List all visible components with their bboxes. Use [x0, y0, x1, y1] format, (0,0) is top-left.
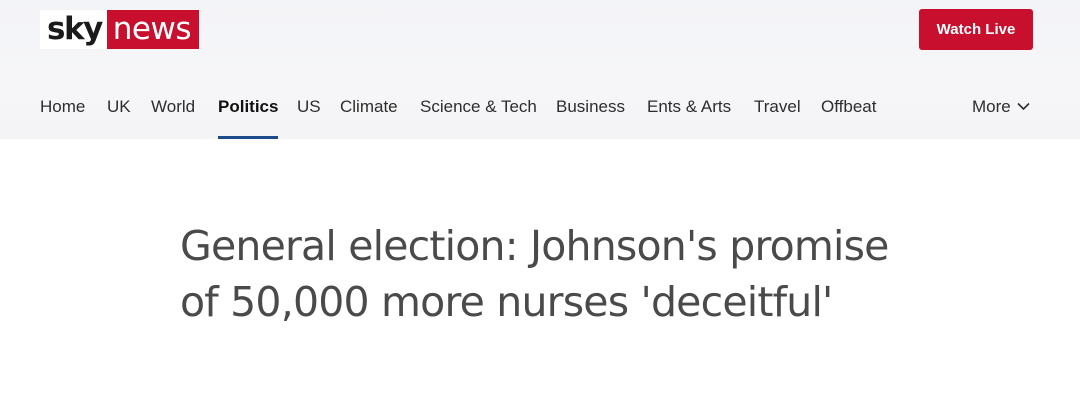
nav-item-climate[interactable]: Climate — [340, 84, 398, 139]
nav-item-uk[interactable]: UK — [107, 84, 131, 139]
nav-more-button[interactable]: More — [972, 84, 1030, 139]
nav-item-offbeat[interactable]: Offbeat — [821, 84, 876, 139]
logo-sky-text: sky — [40, 10, 107, 49]
sky-news-logo[interactable]: sky news — [40, 10, 200, 49]
nav-item-ents-arts[interactable]: Ents & Arts — [647, 84, 731, 139]
nav-item-us[interactable]: US — [297, 84, 321, 139]
main-nav: Home UK World Politics US Climate Scienc… — [0, 84, 1080, 139]
nav-item-politics[interactable]: Politics — [218, 84, 279, 139]
watch-live-button[interactable]: Watch Live — [919, 9, 1033, 50]
nav-item-world[interactable]: World — [151, 84, 195, 139]
nav-item-home[interactable]: Home — [40, 84, 85, 139]
chevron-down-icon — [1017, 102, 1030, 111]
nav-more-label: More — [972, 97, 1011, 116]
logo-news-text: news — [106, 10, 200, 49]
nav-item-science-tech[interactable]: Science & Tech — [420, 84, 537, 139]
site-header: sky news Watch Live Home UK World Politi… — [0, 0, 1080, 139]
article-headline: General election: Johnson's promise of 5… — [180, 222, 889, 326]
nav-item-business[interactable]: Business — [556, 84, 625, 139]
nav-item-travel[interactable]: Travel — [754, 84, 801, 139]
